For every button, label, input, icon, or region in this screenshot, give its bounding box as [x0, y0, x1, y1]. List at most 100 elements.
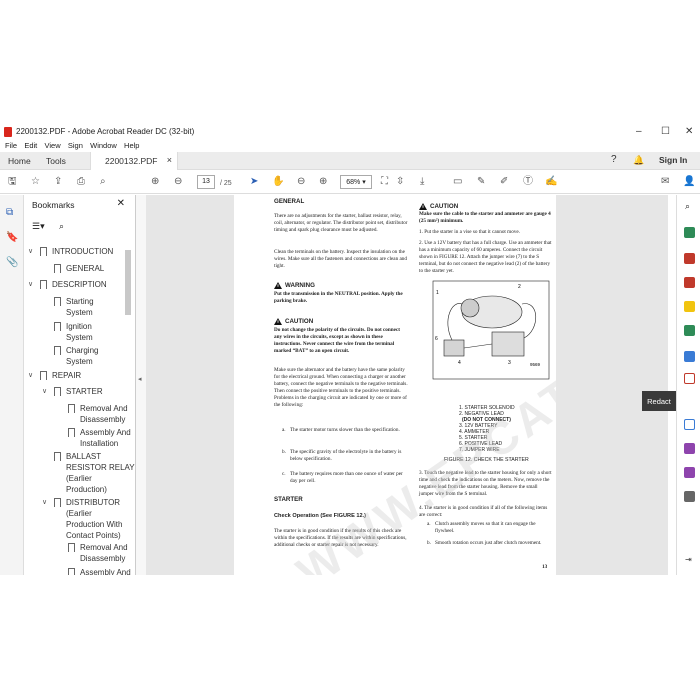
caution-label: CAUTION [285, 318, 314, 325]
highlight-pen-icon[interactable]: ✎ [477, 176, 485, 188]
general-paragraph-1: There are no adjustments for the starter… [274, 213, 408, 233]
export-pdf-icon[interactable] [684, 227, 695, 238]
starter-heading: STARTER [274, 496, 303, 503]
menu-window[interactable]: Window [90, 140, 117, 150]
fill-sign-icon[interactable] [684, 443, 695, 454]
create-pdf-icon[interactable] [684, 253, 695, 264]
sign-icon[interactable]: ✍ [545, 176, 557, 188]
page-thumbnails-icon[interactable]: ⧉ [6, 207, 13, 218]
chevron-down-icon[interactable]: ∨ [28, 279, 33, 290]
callout-6: 6 [435, 336, 438, 342]
redact-icon[interactable] [684, 373, 695, 384]
help-icon[interactable]: ? [611, 152, 617, 170]
bookmark-icon [40, 371, 47, 380]
upload-icon[interactable]: ⇪ [54, 176, 62, 188]
protect-icon[interactable] [684, 419, 695, 430]
bookmarks-icon[interactable]: 🔖 [6, 232, 18, 243]
minimize-button[interactable]: – [636, 126, 642, 137]
print-icon[interactable]: ⎙ [77, 176, 85, 188]
tab-home[interactable]: Home [8, 152, 31, 170]
bookmark-options-icon[interactable]: ☰▾ [32, 221, 45, 232]
callout-1: 1 [436, 290, 439, 296]
warning-triangle-icon [274, 282, 282, 289]
check-operation-heading: Check Operation (See FIGURE 12.) [274, 513, 367, 519]
menu-file[interactable]: File [5, 140, 17, 150]
warning-text: Put the transmission in the NEUTRAL posi… [274, 291, 403, 304]
bookmark-icon [40, 247, 47, 256]
bookmark-icon [54, 322, 61, 331]
page-total: / 25 [220, 180, 232, 187]
list-marker-c: c. [282, 471, 286, 477]
bookmark-label: INTRODUCTION [52, 247, 114, 256]
caution-text: Do not change the polarity of the circui… [274, 327, 400, 354]
panel-splitter[interactable]: ◂ [136, 195, 146, 575]
chevron-down-icon[interactable]: ∨ [42, 497, 47, 508]
comment-tool-icon[interactable] [684, 301, 695, 312]
pdf-page: GENERAL There are no adjustments for the… [234, 195, 556, 575]
zoom-level-select[interactable]: 68% ▾ [340, 175, 372, 189]
find-icon[interactable]: ⌕ [100, 176, 106, 188]
bookmark-label: Ignition System [66, 322, 93, 342]
menu-sign[interactable]: Sign [68, 140, 83, 150]
bookmark-icon [54, 264, 61, 273]
more-tools-icon[interactable] [684, 491, 695, 502]
item-a: Clutch assembly moves so that it can eng… [435, 521, 536, 534]
notification-bell-icon[interactable]: 🔔 [633, 152, 644, 170]
previous-page-icon[interactable]: ⊕ [151, 176, 159, 188]
zoom-out-icon[interactable]: ⊖ [297, 176, 305, 188]
caution-text-right: Make sure the cable to the starter and a… [419, 211, 551, 224]
combine-files-icon[interactable] [684, 325, 695, 336]
item-marker-a: a. [427, 521, 431, 527]
close-button[interactable]: ✕ [685, 126, 693, 137]
chevron-down-icon[interactable]: ∨ [28, 246, 33, 257]
bookmark-label: BALLAST RESISTOR RELAY (Earlier Producti… [66, 452, 135, 494]
send-for-signature-icon[interactable] [684, 467, 695, 478]
bookmark-search-icon[interactable]: ⌕ [59, 221, 64, 232]
sign-in-button[interactable]: Sign In [659, 152, 687, 170]
item-marker-b: b. [427, 540, 431, 546]
bookmark-label: Starting System [66, 297, 94, 317]
blank-bottom-area [0, 575, 700, 700]
callout-3: 3 [508, 360, 511, 366]
edit-pdf-icon[interactable] [684, 277, 695, 288]
select-cursor-icon[interactable]: ➤ [250, 176, 258, 188]
text-tool-icon[interactable]: Ⓣ [523, 176, 533, 188]
bookmark-label: Assembly And [80, 568, 131, 575]
bookmarks-header: Bookmarks [32, 200, 75, 210]
bookmarks-scrollbar[interactable] [125, 250, 131, 315]
fit-page-icon[interactable]: ⛶ [381, 176, 388, 188]
add-user-icon[interactable]: 👤 [683, 176, 695, 188]
bookmark-icon [68, 404, 75, 413]
tab-tools[interactable]: Tools [46, 152, 66, 170]
zoom-in-icon[interactable]: ⊕ [319, 176, 327, 188]
hand-tool-icon[interactable]: ✋ [272, 176, 284, 188]
bookmark-icon [40, 280, 47, 289]
comment-icon[interactable]: ▭ [453, 176, 462, 188]
download-icon[interactable]: ⤓ [420, 176, 424, 188]
close-tab-icon[interactable]: × [167, 155, 172, 165]
bookmark-star-icon[interactable]: ☆ [31, 176, 40, 188]
title-bar: 2200132.PDF - Adobe Acrobat Reader DC (3… [0, 124, 700, 140]
menu-view[interactable]: View [45, 140, 61, 150]
maximize-button[interactable]: ☐ [661, 126, 670, 137]
menu-bar: File Edit View Sign Window Help [0, 140, 700, 152]
attachments-icon[interactable]: 📎 [6, 257, 18, 268]
draw-icon[interactable]: ✐ [500, 176, 508, 188]
collapse-rail-icon[interactable]: ⇥ [685, 555, 692, 564]
tab-document[interactable]: 2200132.PDF × [90, 152, 178, 170]
page-number-input[interactable]: 13 [197, 175, 215, 189]
close-bookmarks-icon[interactable]: ✕ [117, 198, 125, 209]
page-scroll-icon[interactable]: ⇳ [396, 176, 404, 188]
pdf-app-icon [4, 127, 12, 137]
chevron-down-icon[interactable]: ∨ [28, 370, 33, 381]
page-number: 13 [542, 564, 548, 570]
email-icon[interactable]: ✉ [661, 176, 669, 188]
menu-edit[interactable]: Edit [24, 140, 37, 150]
next-page-icon[interactable]: ⊖ [174, 176, 182, 188]
menu-help[interactable]: Help [124, 140, 139, 150]
bookmark-label: Removal And Disassembly [80, 404, 128, 424]
organize-pages-icon[interactable] [684, 351, 695, 362]
chevron-down-icon[interactable]: ∨ [42, 386, 47, 397]
search-icon[interactable]: ⌕ [685, 201, 690, 212]
save-icon[interactable]: 🖫 [8, 176, 17, 188]
